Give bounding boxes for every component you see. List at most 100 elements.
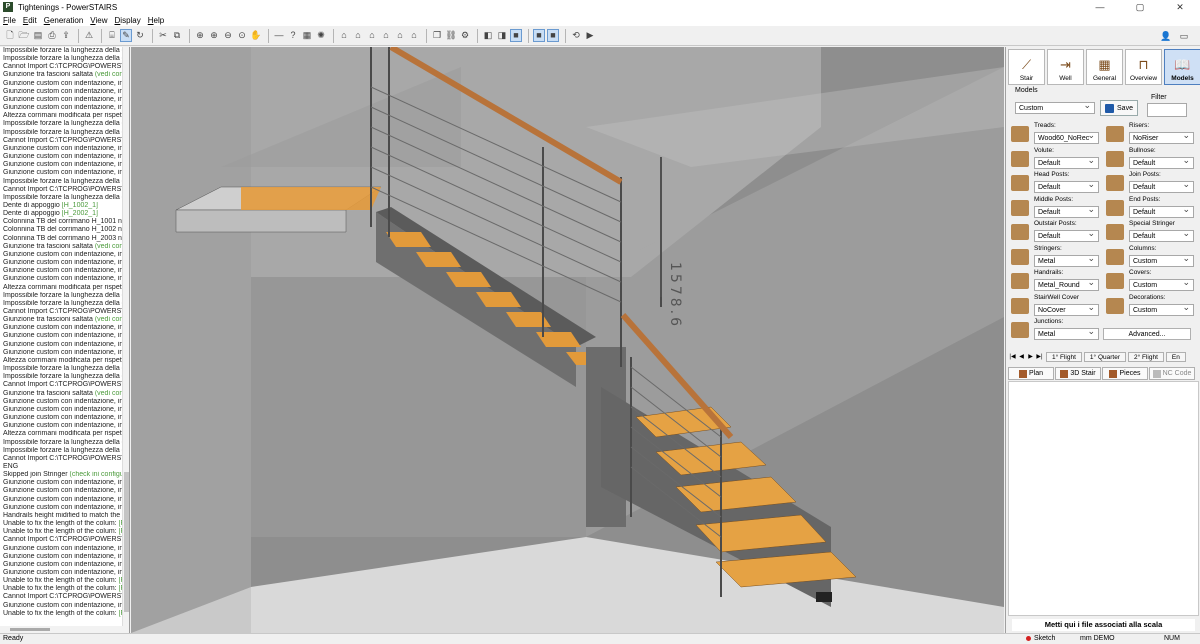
- sync-icon[interactable]: ⟲: [570, 29, 582, 42]
- field-select[interactable]: Default: [1129, 204, 1194, 218]
- component-thumbnail-icon[interactable]: [1106, 224, 1124, 240]
- field-select[interactable]: Default: [1129, 228, 1194, 242]
- tab-quarter-1[interactable]: 1° Quarter: [1083, 351, 1126, 362]
- component-thumbnail-icon[interactable]: [1011, 150, 1029, 167]
- zoom-in-icon[interactable]: ⊕: [208, 29, 220, 42]
- field-select[interactable]: Default: [1034, 155, 1099, 169]
- component-thumbnail-icon[interactable]: [1011, 322, 1029, 338]
- log-hscroll-thumb[interactable]: [10, 628, 50, 631]
- field-select[interactable]: Custom: [1129, 253, 1194, 267]
- component-thumbnail-icon[interactable]: [1011, 175, 1029, 191]
- field-select[interactable]: Custom: [1129, 277, 1194, 291]
- stair-view-6-icon[interactable]: ⌂: [408, 29, 420, 42]
- component-thumbnail-icon[interactable]: [1106, 126, 1124, 142]
- menu-display[interactable]: Display: [115, 16, 141, 25]
- log-panel[interactable]: Impossibile forzare la lunghezza della c…: [0, 47, 130, 633]
- field-select[interactable]: Default: [1034, 228, 1099, 242]
- stair-view-1-icon[interactable]: ⌂: [338, 29, 350, 42]
- stair-view-4-icon[interactable]: ⌂: [380, 29, 392, 42]
- tab-flight-1[interactable]: 1° Flight: [1046, 351, 1082, 362]
- component-thumbnail-icon[interactable]: [1011, 248, 1029, 265]
- open-folder-icon[interactable]: 🗁: [18, 29, 30, 42]
- lightbulb-icon[interactable]: ✺: [315, 29, 327, 42]
- tab-end[interactable]: En: [1165, 351, 1186, 362]
- field-select[interactable]: Default: [1129, 179, 1194, 193]
- render-3-icon[interactable]: ■: [510, 29, 522, 42]
- stair-view-2-icon[interactable]: ⌂: [352, 29, 364, 42]
- log-vertical-scrollbar[interactable]: [122, 47, 129, 633]
- component-thumbnail-icon[interactable]: [1106, 175, 1124, 191]
- tab-general[interactable]: ▦ General: [1086, 49, 1123, 85]
- field-select[interactable]: Custom: [1129, 302, 1194, 316]
- field-select[interactable]: Wood60_NoRec: [1034, 130, 1099, 144]
- tab-3d-stair[interactable]: 3D Stair: [1055, 367, 1101, 380]
- filter-input[interactable]: [1147, 103, 1187, 117]
- model-select[interactable]: Custom: [1015, 100, 1095, 114]
- field-select[interactable]: Default: [1034, 179, 1099, 193]
- menu-file[interactable]: File: [3, 16, 16, 25]
- component-thumbnail-icon[interactable]: [1011, 199, 1029, 216]
- tab-pieces[interactable]: Pieces: [1102, 367, 1148, 380]
- stair-view-5-icon[interactable]: ⌂: [394, 29, 406, 42]
- tab-plan[interactable]: Plan: [1008, 367, 1054, 380]
- stair-3d-viewport[interactable]: 1578.6: [131, 47, 1004, 633]
- log-link[interactable]: [H_1002_1]: [62, 202, 98, 209]
- pan-hand-icon[interactable]: ✋: [250, 29, 262, 42]
- component-thumbnail-icon[interactable]: [1011, 297, 1029, 314]
- component-thumbnail-icon[interactable]: [1106, 273, 1124, 289]
- video-icon[interactable]: ▶: [584, 29, 596, 42]
- cut-icon[interactable]: ✂: [157, 29, 169, 42]
- print-icon[interactable]: ⎙: [46, 29, 58, 42]
- panel-toggle-icon[interactable]: ▭: [1176, 29, 1192, 43]
- stair-edit-icon[interactable]: ⌸: [106, 29, 118, 42]
- component-thumbnail-icon[interactable]: [1011, 126, 1029, 142]
- tab-models[interactable]: 📖 Models: [1164, 49, 1200, 85]
- field-select[interactable]: Metal: [1034, 326, 1099, 340]
- log-horizontal-scrollbar[interactable]: [0, 626, 123, 633]
- stair-view-3-icon[interactable]: ⌂: [366, 29, 378, 42]
- log-scroll-thumb[interactable]: [124, 472, 129, 612]
- tab-stair[interactable]: ⟋ Stair: [1008, 49, 1045, 85]
- user-icon[interactable]: 👤: [1158, 29, 1174, 43]
- settings-icon[interactable]: ⚙: [459, 29, 471, 42]
- attachments-area[interactable]: [1008, 381, 1199, 616]
- warning-icon[interactable]: ⚠: [83, 29, 95, 42]
- menu-view[interactable]: View: [90, 16, 107, 25]
- save-button[interactable]: Save: [1100, 100, 1138, 116]
- link-icon[interactable]: ⛓: [445, 29, 457, 42]
- save-icon[interactable]: ▤: [32, 29, 44, 42]
- log-link[interactable]: [H_2002_1]: [62, 210, 98, 217]
- advanced-button[interactable]: Advanced...: [1103, 328, 1191, 340]
- field-select[interactable]: Metal_Round: [1034, 277, 1099, 291]
- component-thumbnail-icon[interactable]: [1106, 199, 1124, 216]
- line-icon[interactable]: —: [273, 29, 285, 42]
- layers-icon[interactable]: ❐: [431, 29, 443, 42]
- component-thumbnail-icon[interactable]: [1106, 150, 1124, 167]
- menu-generation[interactable]: Generation: [44, 16, 84, 25]
- grid-icon[interactable]: ▦: [301, 29, 313, 42]
- help-question-icon[interactable]: ?: [287, 29, 299, 42]
- textured-view-icon[interactable]: ■: [547, 29, 559, 42]
- render-2-icon[interactable]: ◨: [496, 29, 508, 42]
- export-icon[interactable]: ⇪: [60, 29, 72, 42]
- zoom-icon[interactable]: ⊕: [194, 29, 206, 42]
- refresh-icon[interactable]: ↻: [134, 29, 146, 42]
- field-select[interactable]: Default: [1129, 155, 1194, 169]
- pencil-icon[interactable]: ✎: [120, 29, 132, 42]
- component-thumbnail-icon[interactable]: [1011, 273, 1029, 289]
- menu-help[interactable]: Help: [148, 16, 164, 25]
- tab-nc-code[interactable]: NC Code: [1149, 367, 1195, 380]
- field-select[interactable]: NoRiser: [1129, 130, 1194, 144]
- maximize-button[interactable]: ▢: [1120, 0, 1160, 14]
- tab-flight-2[interactable]: 2° Flight: [1127, 351, 1164, 362]
- menu-edit[interactable]: Edit: [23, 16, 37, 25]
- status-sketch[interactable]: Sketch: [1026, 635, 1055, 642]
- zoom-out-icon[interactable]: ⊖: [222, 29, 234, 42]
- render-1-icon[interactable]: ◧: [482, 29, 494, 42]
- tab-well[interactable]: ⇥ Well: [1047, 49, 1084, 85]
- minimize-button[interactable]: —: [1080, 0, 1120, 14]
- tab-overview[interactable]: ⊓ Overview: [1125, 49, 1162, 85]
- new-file-icon[interactable]: 🗋: [4, 29, 16, 42]
- log-link[interactable]: (check ini configura: [70, 471, 129, 478]
- field-select[interactable]: Default: [1034, 204, 1099, 218]
